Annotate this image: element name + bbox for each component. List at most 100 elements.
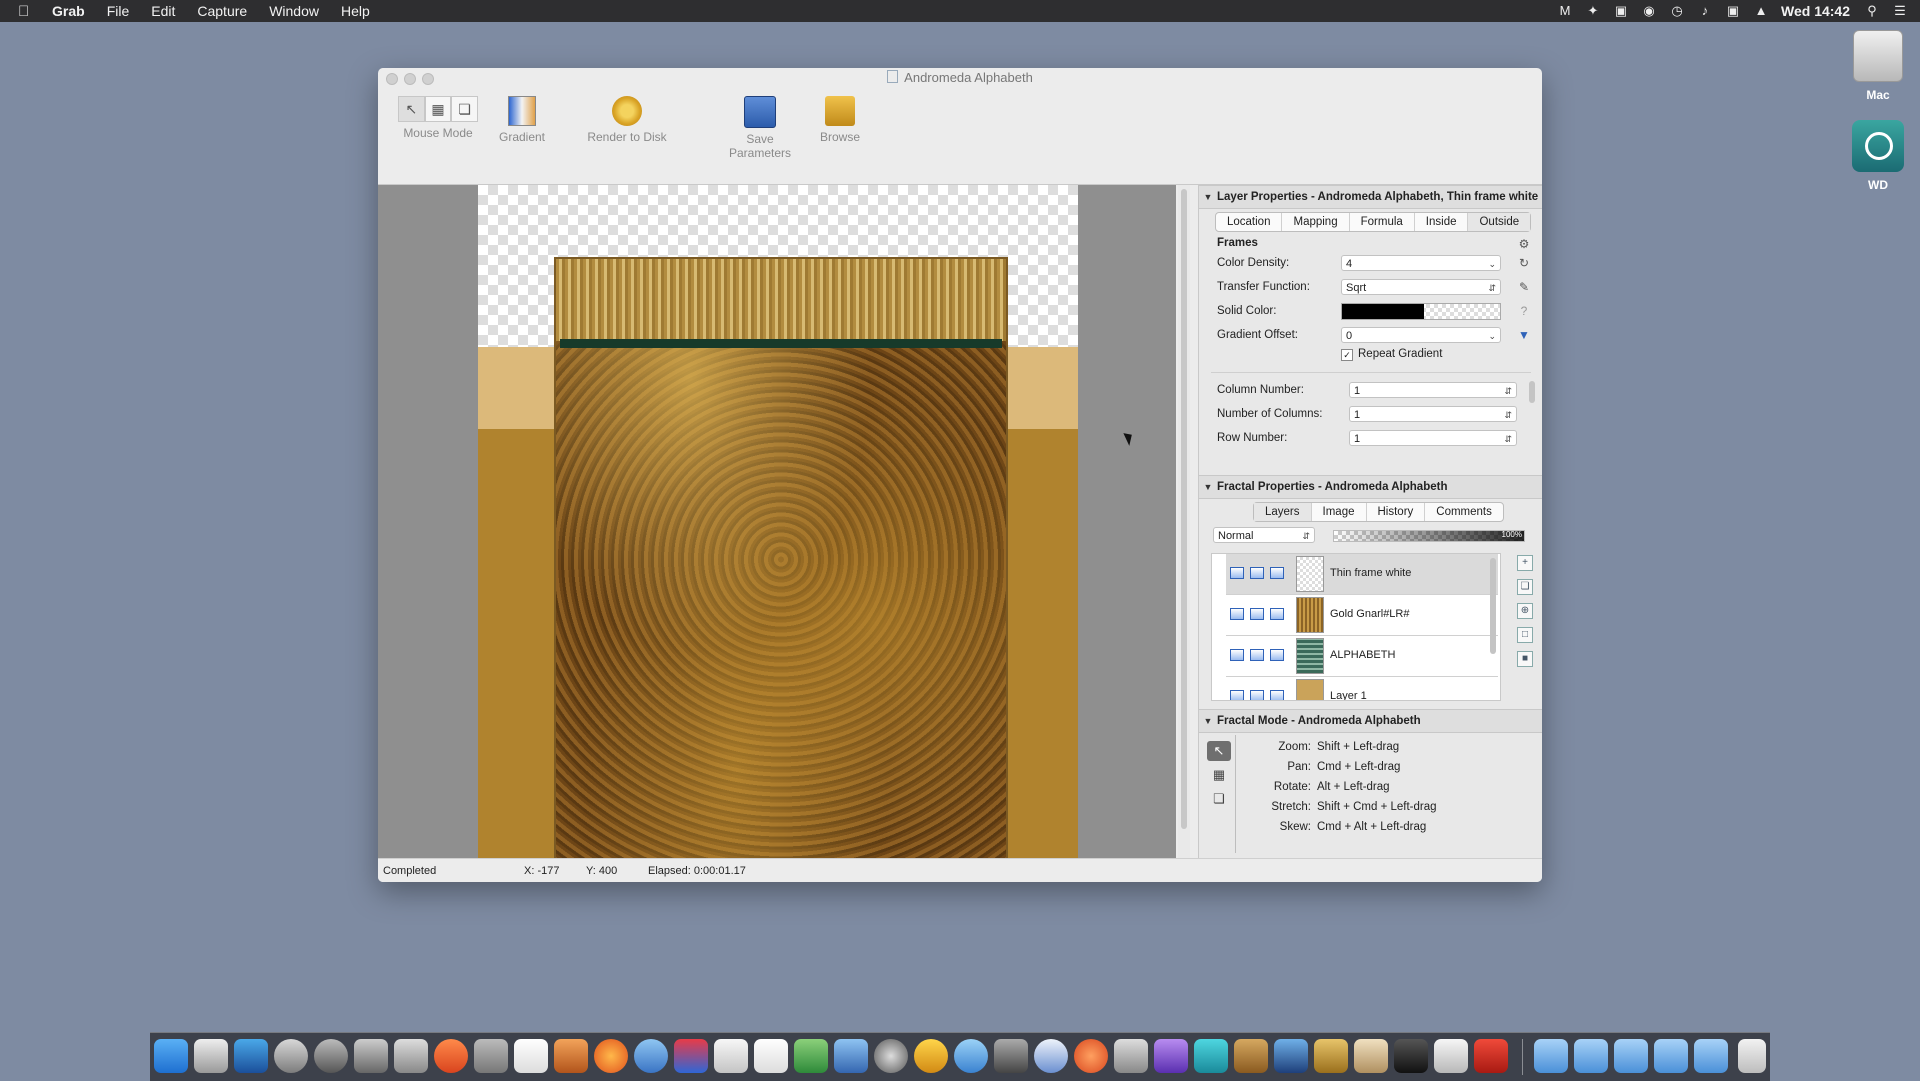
row-number-stepper[interactable]: 1 ⇵ <box>1349 430 1517 446</box>
cloud-app-icon[interactable] <box>634 1039 668 1073</box>
menu-app-name[interactable]: Grab <box>52 3 85 19</box>
safari-compass-icon[interactable] <box>1034 1039 1068 1073</box>
layer-row-layer-1[interactable]: Layer 1 <box>1226 677 1498 700</box>
refresh-icon[interactable]: ↻ <box>1517 256 1531 270</box>
layer-mask-icon[interactable] <box>1270 567 1284 579</box>
wifi-icon[interactable]: ▲ <box>1753 4 1769 18</box>
mail-icon[interactable]: M <box>1557 4 1573 18</box>
bee-app-icon[interactable] <box>1314 1039 1348 1073</box>
tab-comments[interactable]: Comments <box>1425 503 1503 521</box>
disclosure-triangle-icon[interactable]: ▼ <box>1199 186 1217 208</box>
save-parameters-button[interactable]: Save Parameters <box>714 96 806 160</box>
frames-options-icon[interactable]: ⚙ <box>1517 237 1531 251</box>
folder-icon[interactable] <box>1614 1039 1648 1073</box>
gradient-dropdown-icon[interactable]: ▼ <box>1517 328 1531 342</box>
layer-edit-icon[interactable] <box>1250 567 1264 579</box>
media-app-icon[interactable] <box>674 1039 708 1073</box>
transfer-function-select[interactable]: Sqrt ⇵ <box>1341 279 1501 295</box>
layer-edit-icon[interactable] <box>1250 690 1264 700</box>
downloads-folder-icon[interactable] <box>1694 1039 1728 1073</box>
layer-mask-icon[interactable] <box>1270 608 1284 620</box>
render-to-disk-button[interactable]: Render to Disk <box>584 96 670 144</box>
gradient-button[interactable]: Gradient <box>490 96 554 144</box>
menu-file[interactable]: File <box>107 3 130 19</box>
layer-properties-header[interactable]: ▼ Layer Properties - Andromeda Alphabeth,… <box>1199 185 1542 209</box>
duplicate-layer-icon[interactable]: ❏ <box>1517 579 1533 595</box>
tab-image[interactable]: Image <box>1312 503 1367 521</box>
transform-icon[interactable]: ▦ <box>424 96 452 122</box>
disclosure-triangle-icon[interactable]: ▼ <box>1199 710 1217 732</box>
launchpad-rocket-icon[interactable] <box>274 1039 308 1073</box>
utility-icon[interactable] <box>354 1039 388 1073</box>
applications-folder-icon[interactable] <box>1534 1039 1568 1073</box>
layer-row-alphabeth[interactable]: ALPHABETH <box>1226 636 1498 677</box>
fractal-mode-header[interactable]: ▼ Fractal Mode - Andromeda Alphabeth <box>1199 709 1542 733</box>
solid-color-swatch[interactable] <box>1341 303 1501 320</box>
tab-inside[interactable]: Inside <box>1415 213 1469 231</box>
figure-app-icon[interactable] <box>1114 1039 1148 1073</box>
spotlight-search-icon[interactable]: ⚲ <box>1864 4 1880 18</box>
inkscape-icon[interactable] <box>994 1039 1028 1073</box>
affinity-icon[interactable] <box>1154 1039 1188 1073</box>
tab-mapping[interactable]: Mapping <box>1282 213 1350 231</box>
scanner-icon[interactable] <box>234 1039 268 1073</box>
window-titlebar[interactable]: Andromeda Alphabeth <box>378 68 1542 88</box>
gradient-offset-select[interactable]: 0 ⌄ <box>1341 327 1501 343</box>
select-arrow-icon[interactable]: ↖ <box>398 96 425 122</box>
apple-menu-icon[interactable]:  <box>18 3 38 20</box>
seahorse-app-icon[interactable] <box>1274 1039 1308 1073</box>
browse-button[interactable]: Browse <box>810 96 870 144</box>
pictures-folder-icon[interactable] <box>1654 1039 1688 1073</box>
camera-app-icon[interactable] <box>874 1039 908 1073</box>
blend-mode-select[interactable]: Normal ⇵ <box>1213 527 1315 543</box>
opacity-slider[interactable]: 100% <box>1333 530 1525 542</box>
calendar-icon[interactable] <box>514 1039 548 1073</box>
desktop-icon-wd[interactable]: WD <box>1838 120 1918 192</box>
layers-mode-icon[interactable]: ❏ <box>451 96 479 122</box>
filezilla-icon[interactable] <box>1474 1039 1508 1073</box>
layer-visibility-icon[interactable] <box>1230 567 1244 579</box>
mode-layers-icon[interactable]: ❏ <box>1207 789 1231 809</box>
volume-icon[interactable]: ♪ <box>1697 4 1713 18</box>
layer-edit-icon[interactable] <box>1250 608 1264 620</box>
wordpress-icon[interactable] <box>954 1039 988 1073</box>
add-layer-icon[interactable]: ⊕ <box>1517 603 1533 619</box>
layer-row-thin-frame-white[interactable]: Thin frame white <box>1226 554 1498 595</box>
repeat-gradient-checkbox[interactable]: ✓ <box>1341 349 1353 361</box>
close-window-button[interactable] <box>386 73 398 85</box>
layer-mask-icon[interactable] <box>1270 690 1284 700</box>
lock-icon[interactable]: ▣ <box>1613 4 1629 18</box>
desktop-icon-mac[interactable]: Mac <box>1838 30 1918 102</box>
tab-formula[interactable]: Formula <box>1350 213 1415 231</box>
finder-icon[interactable] <box>154 1039 188 1073</box>
layer-visibility-icon[interactable] <box>1230 690 1244 700</box>
number-of-columns-stepper[interactable]: 1 ⇵ <box>1349 406 1517 422</box>
textedit-icon[interactable] <box>714 1039 748 1073</box>
cards-app-icon[interactable] <box>1434 1039 1468 1073</box>
mode-select-arrow-icon[interactable]: ↖ <box>1207 741 1231 761</box>
pages-icon[interactable] <box>754 1039 788 1073</box>
printer-icon[interactable] <box>194 1039 228 1073</box>
grab-icon[interactable] <box>394 1039 428 1073</box>
display-icon[interactable]: ▣ <box>1725 4 1741 18</box>
disclosure-triangle-icon[interactable]: ▼ <box>1199 476 1217 498</box>
time-machine-icon[interactable]: ◷ <box>1669 4 1685 18</box>
layers-scrollbar-thumb[interactable] <box>1490 558 1496 654</box>
x-app-icon[interactable] <box>434 1039 468 1073</box>
scrollbar-thumb[interactable] <box>1181 189 1187 829</box>
shredder-icon[interactable] <box>1394 1039 1428 1073</box>
layer-mask-icon[interactable] <box>1270 649 1284 661</box>
tab-history[interactable]: History <box>1367 503 1426 521</box>
swirl-app-icon[interactable] <box>1074 1039 1108 1073</box>
box-app-icon[interactable] <box>1354 1039 1388 1073</box>
canvas-area[interactable] <box>378 185 1176 858</box>
documents-folder-icon[interactable] <box>1574 1039 1608 1073</box>
canvas-vertical-scrollbar[interactable] <box>1178 185 1190 858</box>
triangle-app-icon[interactable] <box>554 1039 588 1073</box>
accessibility-icon[interactable]: ◉ <box>1641 4 1657 18</box>
menu-capture[interactable]: Capture <box>197 3 247 19</box>
trash-icon[interactable] <box>1738 1039 1766 1073</box>
radiation-app-icon[interactable] <box>914 1039 948 1073</box>
w-app-icon[interactable] <box>1194 1039 1228 1073</box>
layer-row-gold-gnarl[interactable]: Gold Gnarl#LR# <box>1226 595 1498 636</box>
